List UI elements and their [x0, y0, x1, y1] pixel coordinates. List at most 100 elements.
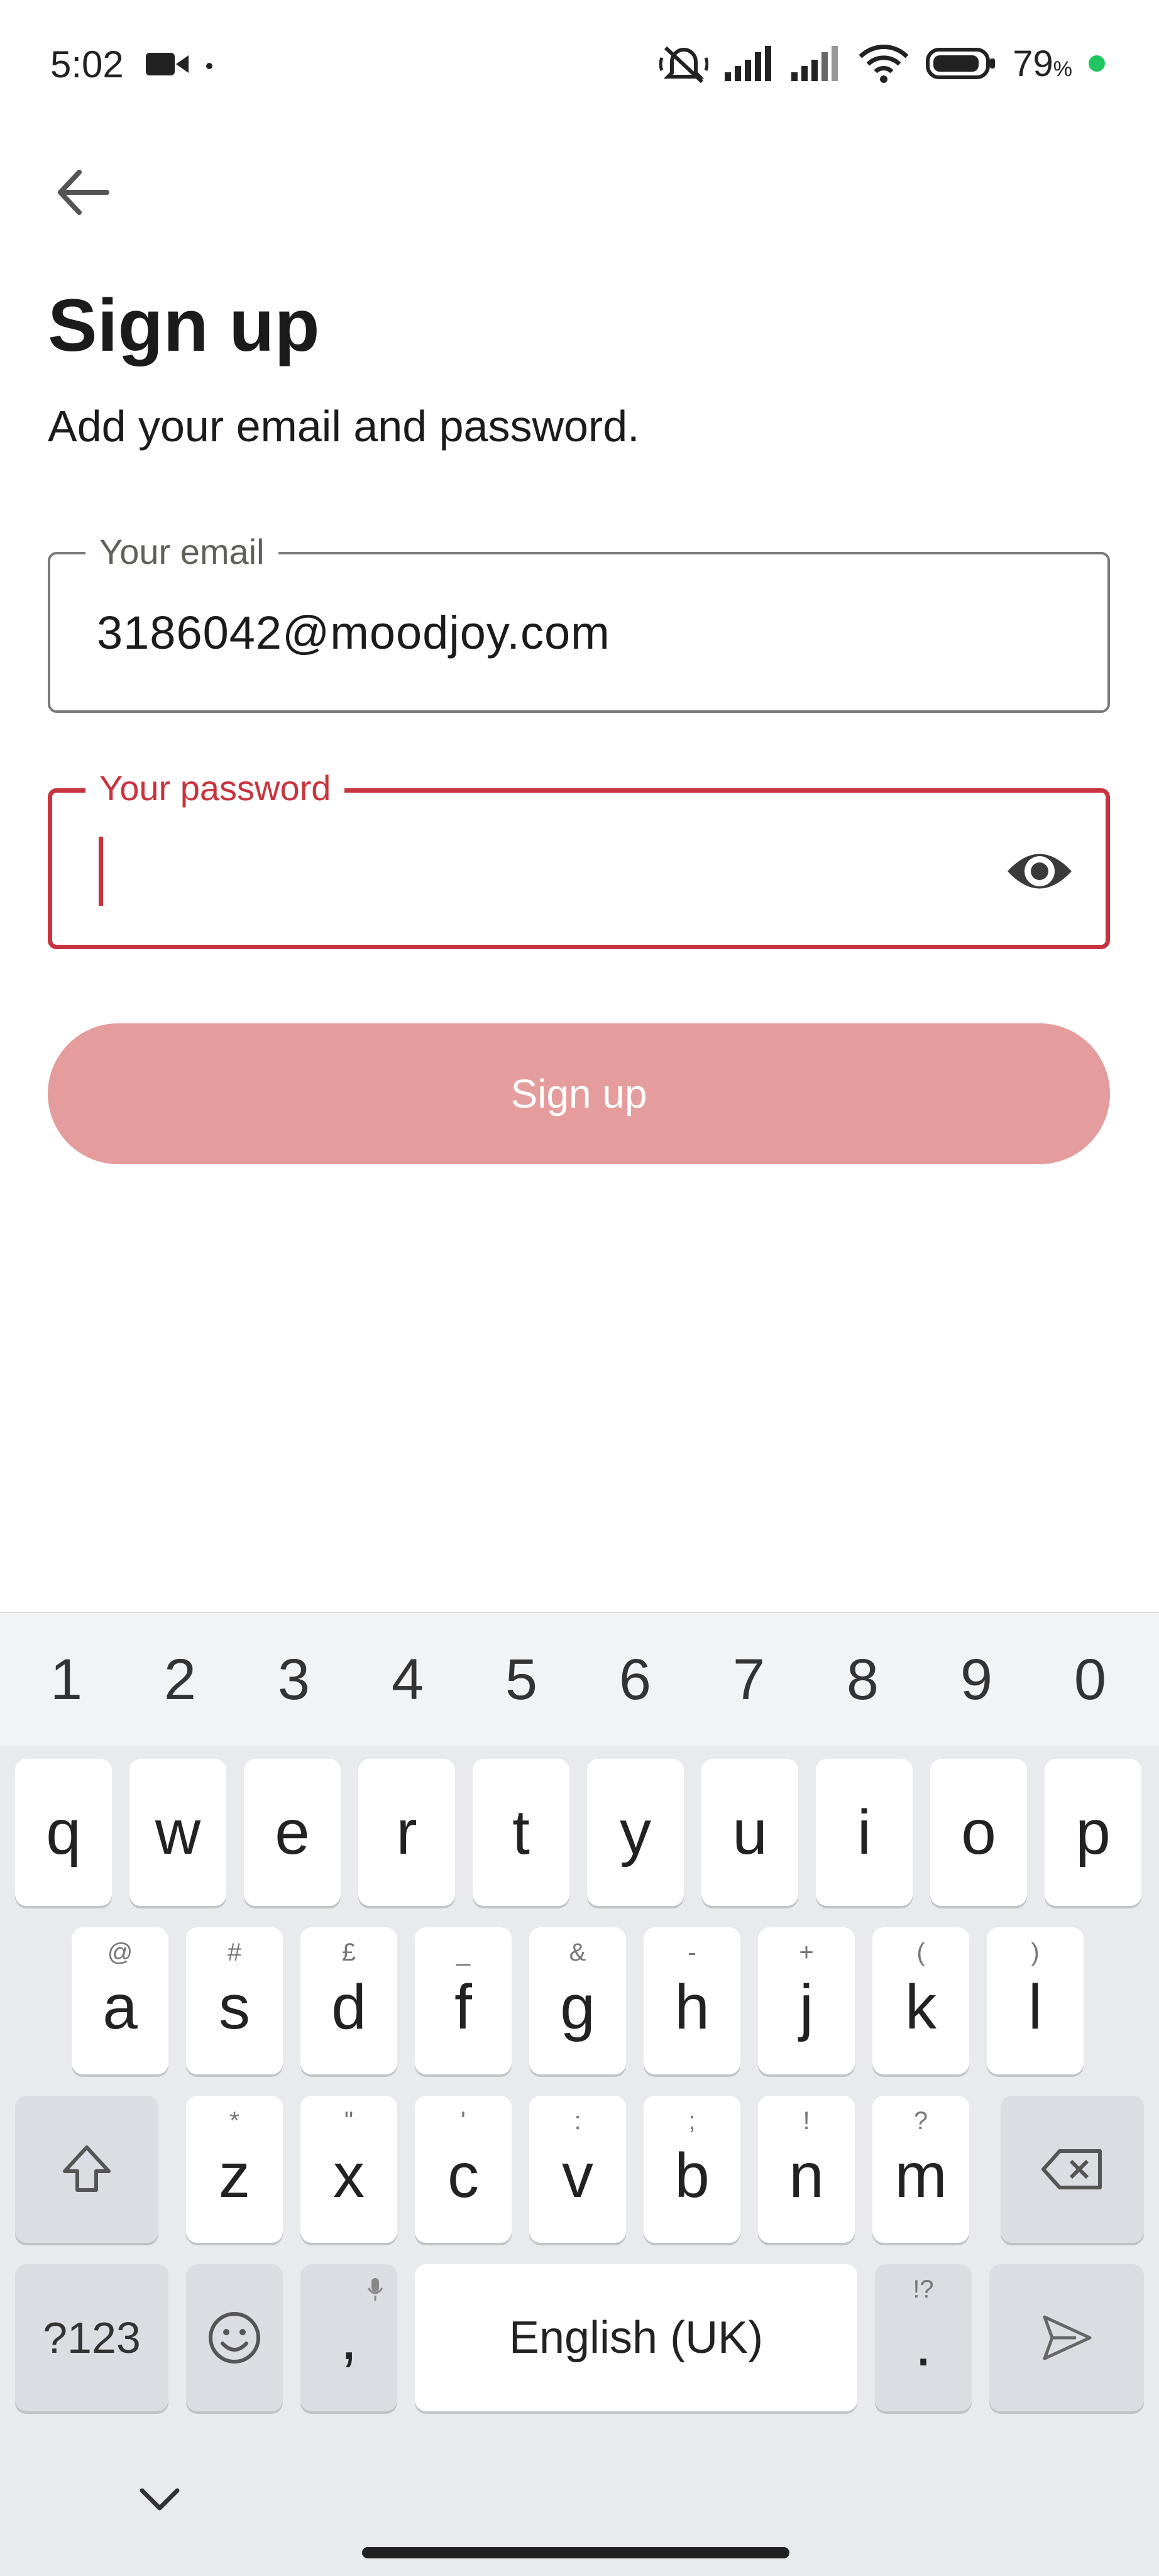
- battery-level: 79: [1013, 43, 1053, 84]
- password-label: Your password: [85, 763, 345, 813]
- on-screen-keyboard: 1234567890 q w e r t y u i o p @ a # s £ d _ f & g - h + j(k) l *…: [0, 1612, 1159, 2576]
- key-label: g: [560, 1971, 595, 2042]
- key-s[interactable]: # s: [186, 1927, 283, 2074]
- key-label: c: [448, 2140, 479, 2211]
- key-y[interactable]: y: [587, 1759, 684, 1906]
- key-hint: ?: [913, 2107, 928, 2135]
- key-l[interactable]: ) l: [987, 1927, 1084, 2074]
- space-key[interactable]: English (UK): [415, 2264, 857, 2411]
- key-hint: _: [456, 1939, 471, 1966]
- key-hint: +: [799, 1939, 814, 1966]
- key-label: n: [789, 2140, 824, 2211]
- key-label: f: [454, 1971, 472, 2042]
- key-label: y: [620, 1797, 651, 1868]
- key-label: o: [961, 1797, 996, 1868]
- key-4[interactable]: 4: [351, 1613, 464, 1746]
- backspace-key[interactable]: [1001, 2096, 1144, 2243]
- chevron-down-icon[interactable]: [135, 2474, 185, 2524]
- key-hint: @: [107, 1939, 133, 1966]
- show-password-eye-icon[interactable]: [1005, 837, 1074, 906]
- sign-up-button[interactable]: Sign up: [48, 1023, 1110, 1164]
- key-hint: !?: [913, 2276, 934, 2303]
- key-hint: ": [344, 2107, 354, 2135]
- key-f[interactable]: _ f: [415, 1927, 512, 2074]
- key-label: l: [1028, 1971, 1043, 2042]
- status-icons: 79 %: [659, 41, 1105, 85]
- key-k[interactable]: (k: [872, 1927, 969, 2074]
- signal-icon: [791, 46, 838, 81]
- symbols-key[interactable]: ?123: [15, 2264, 168, 2411]
- key-label: .: [915, 2308, 932, 2379]
- backspace-icon: [1041, 2149, 1102, 2189]
- key-r[interactable]: r: [358, 1759, 455, 1906]
- key-q[interactable]: q: [15, 1759, 112, 1906]
- key-label: a: [102, 1971, 138, 2042]
- shift-icon: [63, 2145, 111, 2192]
- text-cursor: [99, 837, 103, 906]
- period-key[interactable]: !?.: [875, 2264, 972, 2411]
- key-9[interactable]: 9: [920, 1613, 1033, 1746]
- key-label: u: [732, 1797, 767, 1868]
- number-row: 1234567890: [0, 1613, 1159, 1746]
- key-3[interactable]: 3: [237, 1613, 351, 1746]
- key-label: English (UK): [508, 2313, 764, 2363]
- key-x[interactable]: " x: [300, 2096, 397, 2243]
- key-hint: :: [574, 2107, 581, 2135]
- key-hint: *: [229, 2107, 239, 2135]
- key-u[interactable]: u: [701, 1759, 798, 1906]
- key-z[interactable]: * z: [186, 2096, 283, 2243]
- emoji-key[interactable]: [186, 2264, 283, 2411]
- key-1[interactable]: 1: [9, 1613, 123, 1746]
- key-label: t: [512, 1797, 530, 1868]
- key-c[interactable]: ' c: [415, 2096, 512, 2243]
- email-field[interactable]: Your email 3186042@moodjoy.com: [48, 527, 1110, 713]
- key-7[interactable]: 7: [692, 1613, 806, 1746]
- key-label: e: [275, 1797, 310, 1868]
- back-arrow-icon[interactable]: [50, 161, 113, 224]
- battery-status-dot: [1089, 55, 1105, 72]
- key-label: j: [799, 1971, 814, 2042]
- key-b[interactable]: ; b: [644, 2096, 740, 2243]
- key-8[interactable]: 8: [806, 1613, 920, 1746]
- key-hint: ;: [688, 2107, 696, 2135]
- key-hint: ': [461, 2107, 466, 2135]
- key-label: ,: [340, 2302, 358, 2373]
- key-label: q: [46, 1797, 81, 1868]
- comma-key[interactable]: ,: [300, 2264, 397, 2411]
- key-g[interactable]: & g: [529, 1927, 626, 2074]
- home-indicator[interactable]: [362, 2547, 789, 2558]
- key-o[interactable]: o: [930, 1759, 1027, 1906]
- key-6[interactable]: 6: [578, 1613, 692, 1746]
- send-key[interactable]: [989, 2264, 1144, 2411]
- shift-key[interactable]: [15, 2096, 158, 2243]
- email-value[interactable]: 3186042@moodjoy.com: [97, 554, 610, 710]
- key-m[interactable]: ? m: [872, 2096, 969, 2243]
- key-t[interactable]: t: [473, 1759, 569, 1906]
- key-v[interactable]: :v: [529, 2096, 626, 2243]
- key-e[interactable]: e: [244, 1759, 341, 1906]
- key-d[interactable]: £ d: [300, 1927, 397, 2074]
- key-0[interactable]: 0: [1033, 1613, 1147, 1746]
- key-w[interactable]: w: [129, 1759, 226, 1906]
- status-dot: [206, 63, 212, 69]
- key-5[interactable]: 5: [464, 1613, 578, 1746]
- key-hint: &: [569, 1939, 586, 1966]
- status-bar: 5:02 79 %: [0, 0, 1159, 132]
- key-a[interactable]: @ a: [72, 1927, 168, 2074]
- key-i[interactable]: i: [816, 1759, 913, 1906]
- key-label: m: [894, 2140, 947, 2211]
- key-n[interactable]: ! n: [758, 2096, 855, 2243]
- key-label: v: [562, 2140, 593, 2211]
- key-label: z: [219, 2140, 250, 2211]
- key-h[interactable]: -h: [644, 1927, 740, 2074]
- password-field[interactable]: Your password: [48, 763, 1110, 949]
- key-hint: -: [688, 1939, 696, 1966]
- key-label: i: [857, 1797, 872, 1868]
- key-p[interactable]: p: [1045, 1759, 1141, 1906]
- key-j[interactable]: + j: [758, 1927, 855, 2074]
- key-2[interactable]: 2: [123, 1613, 237, 1746]
- key-label: d: [331, 1971, 366, 2042]
- video-camera-icon: [146, 53, 189, 75]
- key-hint: !: [803, 2107, 810, 2135]
- key-hint: #: [227, 1939, 242, 1966]
